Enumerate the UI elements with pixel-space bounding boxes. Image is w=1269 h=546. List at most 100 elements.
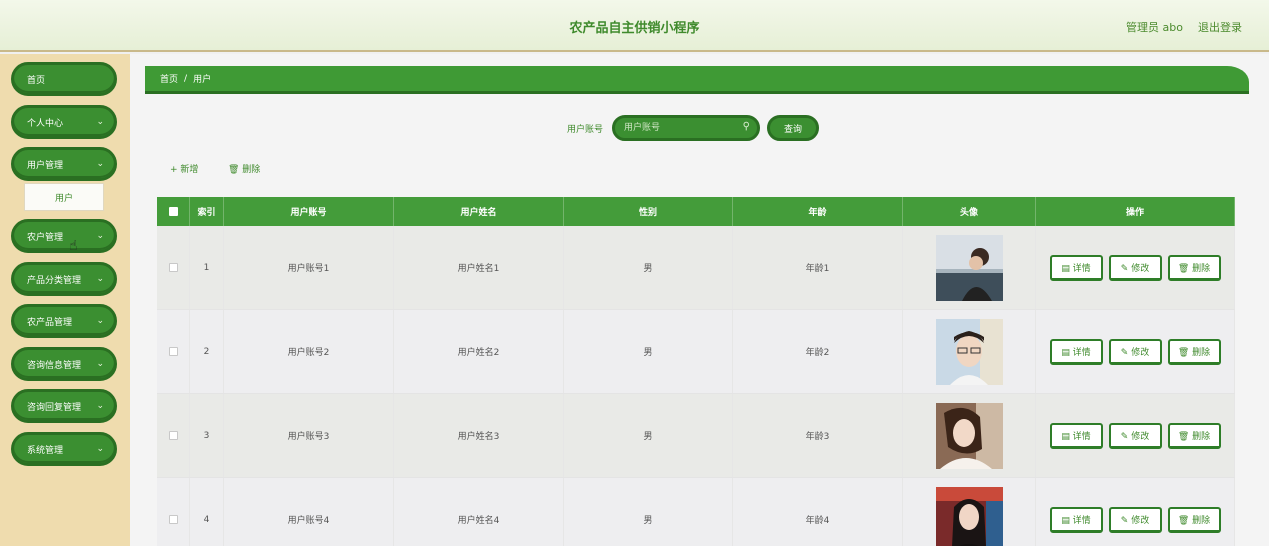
breadcrumb-separator: / bbox=[184, 73, 188, 84]
sidebar-item-label: 咨询信息管理 bbox=[27, 360, 82, 371]
avatar bbox=[935, 318, 1003, 385]
sidebar-item-system-management[interactable]: 系统管理 ⌄ bbox=[11, 432, 117, 466]
sidebar-item-consult-info[interactable]: 咨询信息管理 ⌄ bbox=[11, 347, 117, 381]
search-input[interactable] bbox=[624, 118, 744, 138]
chevron-down-icon: ⌄ bbox=[96, 231, 104, 241]
chevron-down-icon: ⌄ bbox=[96, 359, 104, 369]
row-checkbox[interactable] bbox=[168, 347, 178, 356]
chevron-down-icon: ⌄ bbox=[96, 117, 104, 127]
main-content: 首页 / 用户 用户账号 ⚲ 查询 + 新增 🗑 删除 索引 用户账号 用户姓名… bbox=[130, 54, 1269, 546]
edit-button[interactable]: ✎ 修改 bbox=[1108, 422, 1162, 449]
sidebar-subitem-user[interactable]: 用户 bbox=[24, 183, 104, 211]
query-button[interactable]: 查询 bbox=[767, 115, 819, 141]
cell-age: 年龄4 bbox=[733, 478, 903, 546]
table-row: 2 用户账号2 用户姓名2 男 年龄2 ▤ 详情 ✎ 修改 🗑 删除 bbox=[157, 310, 1235, 394]
table-header: 索引 用户账号 用户姓名 性别 年龄 头像 操作 bbox=[157, 197, 1235, 226]
search-label: 用户账号 bbox=[567, 125, 604, 135]
detail-button[interactable]: ▤ 详情 bbox=[1049, 506, 1103, 533]
user-table: 索引 用户账号 用户姓名 性别 年龄 头像 操作 1 用户账号1 用户姓名1 男… bbox=[157, 197, 1235, 546]
chevron-down-icon: ⌄ bbox=[96, 316, 104, 326]
cell-name: 用户姓名1 bbox=[394, 226, 564, 309]
avatar bbox=[935, 402, 1003, 469]
detail-button[interactable]: ▤ 详情 bbox=[1049, 254, 1103, 281]
table-row: 3 用户账号3 用户姓名3 男 年龄3 ▤ 详情 ✎ 修改 🗑 删除 bbox=[157, 394, 1235, 478]
sidebar: 首页 个人中心 ⌄ 用户管理 ⌄ 农户管理 ⌄ 产品分类管理 ⌄ 农产品管理 ⌄… bbox=[0, 54, 130, 546]
select-all-checkbox[interactable] bbox=[168, 207, 178, 216]
chevron-down-icon: ⌄ bbox=[96, 401, 104, 411]
sidebar-item-farmer-management[interactable]: 农户管理 ⌄ bbox=[11, 219, 117, 253]
header-select-all[interactable] bbox=[157, 197, 190, 226]
chevron-down-icon: ⌄ bbox=[96, 159, 104, 169]
column-header-avatar: 头像 bbox=[903, 197, 1036, 226]
cell-age: 年龄2 bbox=[733, 310, 903, 393]
row-checkbox[interactable] bbox=[168, 431, 178, 440]
table-row: 1 用户账号1 用户姓名1 男 年龄1 ▤ 详情 ✎ 修改 🗑 删除 bbox=[157, 226, 1235, 310]
sidebar-item-consult-reply[interactable]: 咨询回复管理 ⌄ bbox=[11, 389, 117, 423]
column-header-actions: 操作 bbox=[1036, 197, 1235, 226]
row-checkbox[interactable] bbox=[168, 515, 178, 524]
detail-button[interactable]: ▤ 详情 bbox=[1049, 422, 1103, 449]
search-icon: ⚲ bbox=[742, 121, 750, 132]
sidebar-item-label: 用户管理 bbox=[27, 160, 64, 171]
cell-name: 用户姓名3 bbox=[394, 394, 564, 477]
cell-name: 用户姓名4 bbox=[394, 478, 564, 546]
cell-index: 4 bbox=[190, 478, 224, 546]
table-row: 4 用户账号4 用户姓名4 男 年龄4 ▤ 详情 ✎ 修改 🗑 删除 bbox=[157, 478, 1235, 546]
column-header-account: 用户账号 bbox=[224, 197, 394, 226]
logout-link[interactable]: 退出登录 bbox=[1198, 19, 1242, 35]
sidebar-item-home[interactable]: 首页 bbox=[11, 62, 117, 96]
search-box: ⚲ bbox=[612, 115, 760, 141]
edit-button[interactable]: ✎ 修改 bbox=[1108, 254, 1162, 281]
cell-name: 用户姓名2 bbox=[394, 310, 564, 393]
delete-button[interactable]: 🗑 删除 bbox=[1167, 338, 1221, 365]
cell-age: 年龄1 bbox=[733, 226, 903, 309]
detail-button[interactable]: ▤ 详情 bbox=[1049, 338, 1103, 365]
column-header-gender: 性别 bbox=[564, 197, 733, 226]
sidebar-item-user-management[interactable]: 用户管理 ⌄ bbox=[11, 147, 117, 181]
column-header-name: 用户姓名 bbox=[394, 197, 564, 226]
column-header-index: 索引 bbox=[190, 197, 224, 226]
sidebar-item-product-management[interactable]: 农产品管理 ⌄ bbox=[11, 304, 117, 338]
cell-age: 年龄3 bbox=[733, 394, 903, 477]
delete-button[interactable]: 🗑 删除 bbox=[1167, 506, 1221, 533]
sidebar-item-personal-center[interactable]: 个人中心 ⌄ bbox=[11, 105, 117, 139]
app-title: 农产品自主供销小程序 bbox=[569, 21, 700, 36]
row-checkbox[interactable] bbox=[168, 263, 178, 272]
cell-index: 3 bbox=[190, 394, 224, 477]
chevron-down-icon: ⌄ bbox=[96, 444, 104, 454]
current-user: 管理员 abo bbox=[1126, 21, 1183, 34]
cell-account: 用户账号4 bbox=[224, 478, 394, 546]
sidebar-item-label: 个人中心 bbox=[27, 118, 64, 129]
cell-gender: 男 bbox=[564, 394, 733, 477]
sidebar-item-category-management[interactable]: 产品分类管理 ⌄ bbox=[11, 262, 117, 296]
top-bar: 农产品自主供销小程序 管理员 abo 退出登录 bbox=[0, 0, 1269, 52]
cell-account: 用户账号1 bbox=[224, 226, 394, 309]
edit-button[interactable]: ✎ 修改 bbox=[1108, 338, 1162, 365]
pointer-cursor-icon: ☝ bbox=[69, 238, 78, 254]
sidebar-item-label: 咨询回复管理 bbox=[27, 402, 82, 413]
batch-delete-button[interactable]: 🗑 删除 bbox=[228, 162, 260, 175]
avatar bbox=[935, 234, 1003, 301]
edit-button[interactable]: ✎ 修改 bbox=[1108, 506, 1162, 533]
cell-account: 用户账号2 bbox=[224, 310, 394, 393]
delete-button[interactable]: 🗑 删除 bbox=[1167, 422, 1221, 449]
cell-index: 1 bbox=[190, 226, 224, 309]
column-header-age: 年龄 bbox=[733, 197, 903, 226]
cell-account: 用户账号3 bbox=[224, 394, 394, 477]
chevron-down-icon: ⌄ bbox=[96, 274, 104, 284]
sidebar-item-label: 首页 bbox=[27, 75, 46, 86]
cell-index: 2 bbox=[190, 310, 224, 393]
sidebar-item-label: 系统管理 bbox=[27, 445, 64, 456]
cell-gender: 男 bbox=[564, 478, 733, 546]
cell-gender: 男 bbox=[564, 226, 733, 309]
sidebar-item-label: 农户管理 bbox=[27, 232, 64, 243]
avatar bbox=[935, 486, 1003, 546]
sidebar-item-label: 产品分类管理 bbox=[27, 275, 82, 286]
sidebar-item-label: 农产品管理 bbox=[27, 317, 73, 328]
delete-button[interactable]: 🗑 删除 bbox=[1167, 254, 1221, 281]
add-button[interactable]: + 新增 bbox=[170, 162, 198, 175]
breadcrumb: 首页 / 用户 bbox=[145, 66, 1249, 94]
cell-gender: 男 bbox=[564, 310, 733, 393]
breadcrumb-current: 用户 bbox=[193, 75, 212, 85]
breadcrumb-home[interactable]: 首页 bbox=[160, 72, 178, 85]
